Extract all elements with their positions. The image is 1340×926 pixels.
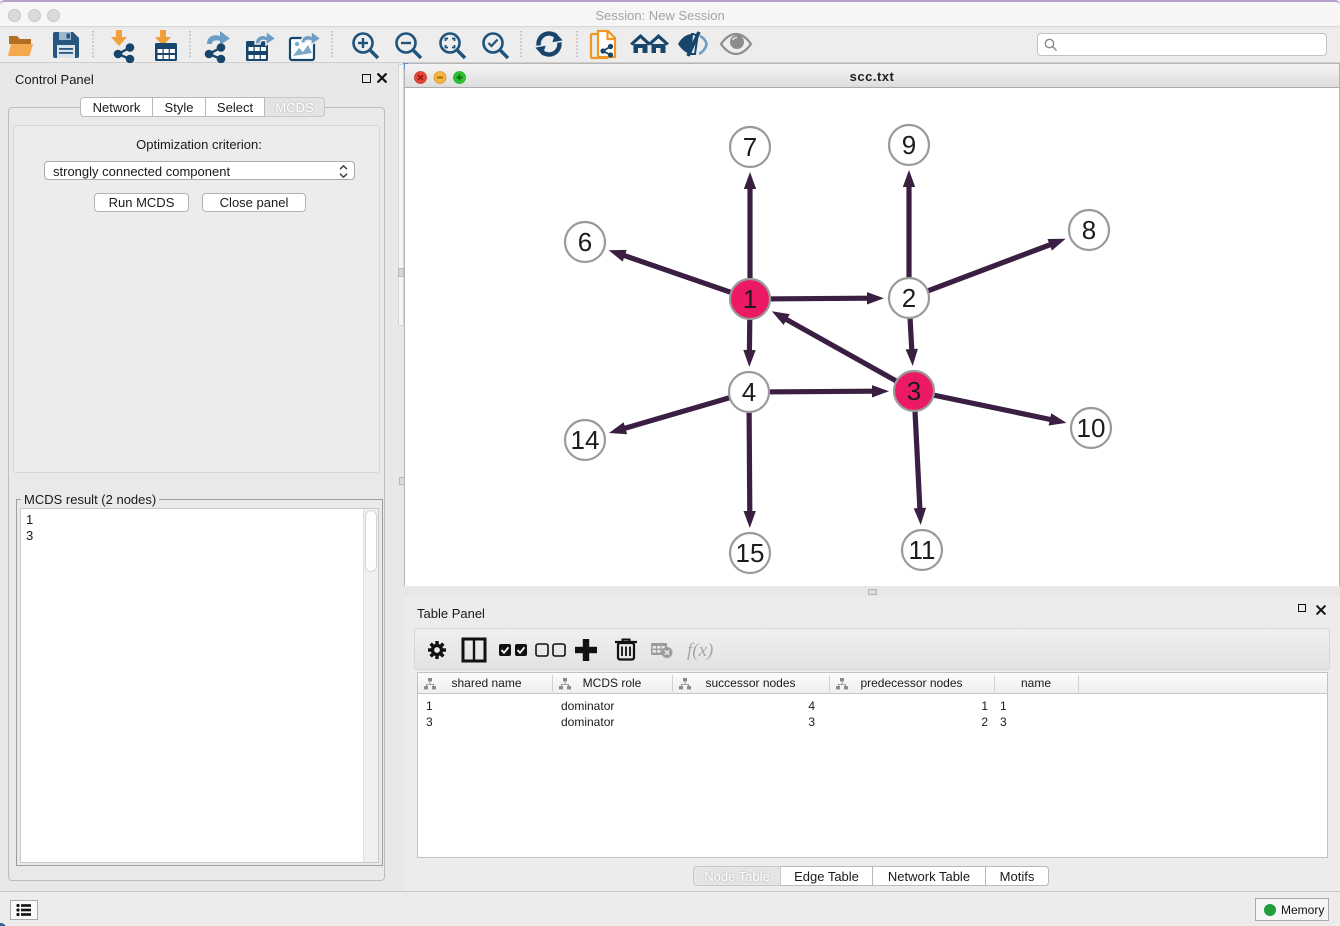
svg-text:8: 8 bbox=[1082, 215, 1096, 245]
svg-text:10: 10 bbox=[1077, 413, 1106, 443]
svg-text:7: 7 bbox=[743, 132, 757, 162]
svg-text:2: 2 bbox=[902, 283, 916, 313]
svg-text:9: 9 bbox=[902, 130, 916, 160]
svg-text:f(x): f(x) bbox=[687, 640, 713, 661]
svg-text:11: 11 bbox=[909, 535, 936, 565]
svg-text:1: 1 bbox=[743, 284, 757, 314]
svg-text:15: 15 bbox=[736, 538, 765, 568]
svg-text:3: 3 bbox=[907, 376, 921, 406]
svg-text:6: 6 bbox=[578, 227, 592, 257]
svg-text:4: 4 bbox=[742, 377, 756, 407]
svg-text:14: 14 bbox=[571, 425, 600, 455]
